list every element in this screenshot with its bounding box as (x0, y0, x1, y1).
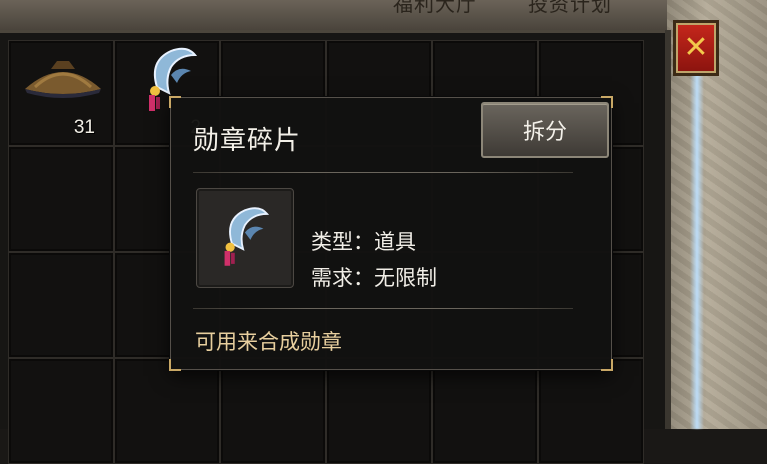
close-icon: ✕ (683, 30, 709, 65)
top-tab-welfare[interactable]: 福利大厅 (393, 0, 477, 17)
inventory-slot[interactable] (8, 358, 114, 464)
medal-fragment-icon (224, 207, 270, 266)
tooltip-corner (601, 359, 613, 371)
inventory-slot[interactable] (8, 252, 114, 358)
top-tab-investment[interactable]: 投资计划 (528, 0, 612, 17)
inventory-slot[interactable] (432, 358, 538, 464)
straw-hat-icon (25, 61, 101, 98)
inventory-slot[interactable] (114, 358, 220, 464)
inventory-slot-hat[interactable]: 31 (8, 40, 114, 146)
divider (193, 172, 573, 173)
inventory-slot[interactable] (220, 358, 326, 464)
tooltip-corner (169, 359, 181, 371)
close-button[interactable]: ✕ (673, 20, 719, 76)
inventory-slot[interactable] (8, 146, 114, 252)
item-tooltip: 勋章碎片 拆分 类型：道具 需求：无限制 可用来合成勋章 (169, 96, 613, 371)
item-count: 31 (73, 117, 95, 138)
item-description: 可用来合成勋章 (195, 330, 342, 354)
inventory-slot[interactable] (326, 358, 432, 464)
tooltip-corner (169, 96, 181, 108)
split-button[interactable]: 拆分 (481, 102, 609, 158)
inventory-slot[interactable] (538, 358, 644, 464)
item-requirement: 需求：无限制 (311, 266, 437, 290)
item-type: 类型：道具 (311, 230, 416, 254)
item-icon-frame (196, 188, 294, 288)
top-tab-bar: 福利大厅 投资计划 排行 (0, 0, 767, 30)
pillar-glow (690, 60, 704, 429)
divider (193, 308, 573, 309)
item-name: 勋章碎片 (193, 126, 302, 156)
